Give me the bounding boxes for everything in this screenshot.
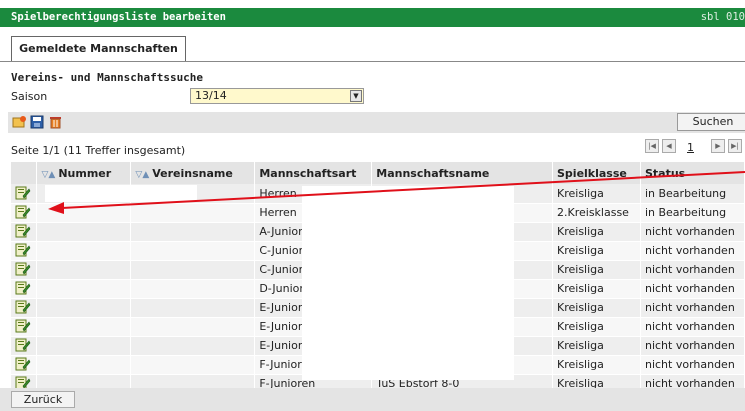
back-button[interactable]: Zurück <box>11 391 75 408</box>
cell-vereinsname <box>130 279 256 299</box>
cell-nummer <box>36 241 132 261</box>
cell-vereinsname <box>130 241 256 261</box>
next-page-icon[interactable]: ▶ <box>711 139 725 153</box>
cell-nummer <box>36 317 132 337</box>
tab-gemeldete-mannschaften[interactable]: Gemeldete Mannschaften <box>11 36 186 62</box>
col-edit <box>11 162 38 184</box>
page-number-link[interactable]: 1 <box>687 141 694 154</box>
edit-icon[interactable] <box>15 357 31 371</box>
redaction-block <box>45 185 197 202</box>
table-header: ▽▲ Nummer ▽▲ Vereinsname Mannschaftsart Ma… <box>11 162 745 184</box>
saison-select[interactable]: 13/14 ▼ <box>190 88 364 104</box>
col-mannschaftsart: Mannschaftsart <box>254 162 373 184</box>
cell-vereinsname <box>130 355 256 375</box>
cell-vereinsname <box>130 298 256 318</box>
col-mannschaftsname: Mannschaftsname <box>371 162 553 184</box>
col-vereinsname[interactable]: ▽▲ Vereinsname <box>130 162 256 184</box>
tab-divider <box>0 61 745 62</box>
cell-vereinsname <box>130 336 256 356</box>
cell-nummer <box>36 260 132 280</box>
cell-vereinsname <box>130 260 256 280</box>
cell-spielklasse: Kreisliga <box>552 222 641 242</box>
window-titlebar: Spielberechtigungsliste bearbeiten sbl 0… <box>0 8 745 27</box>
cell-status: nicht vorhanden <box>640 241 745 261</box>
tab-label: Gemeldete Mannschaften <box>19 42 178 55</box>
cell-spielklasse: Kreisliga <box>552 260 641 280</box>
cell-spielklasse: Kreisliga <box>552 241 641 261</box>
cell-nummer <box>36 298 132 318</box>
row-edit-cell[interactable] <box>11 184 38 204</box>
cell-status: nicht vorhanden <box>640 222 745 242</box>
cell-nummer <box>36 336 132 356</box>
cell-status: nicht vorhanden <box>640 298 745 318</box>
cell-spielklasse: 2.Kreisklasse <box>552 203 641 223</box>
cell-spielklasse: Kreisliga <box>552 355 641 375</box>
cell-spielklasse: Kreisliga <box>552 279 641 299</box>
search-section-title: Vereins- und Mannschaftssuche <box>11 71 204 84</box>
saison-value: 13/14 <box>195 89 227 102</box>
redaction-block <box>302 186 514 380</box>
sort-icon[interactable]: ▽▲ <box>135 170 149 180</box>
edit-icon[interactable] <box>15 338 31 352</box>
col-status: Status <box>640 162 745 184</box>
edit-icon[interactable] <box>15 224 31 238</box>
row-edit-cell[interactable] <box>11 241 38 261</box>
edit-icon[interactable] <box>15 281 31 295</box>
row-edit-cell[interactable] <box>11 355 38 375</box>
cell-spielklasse: Kreisliga <box>552 336 641 356</box>
paging-info: Seite 1/1 (11 Treffer insgesamt) <box>11 144 186 157</box>
cell-status: nicht vorhanden <box>640 355 745 375</box>
row-edit-cell[interactable] <box>11 317 38 337</box>
col-nummer[interactable]: ▽▲ Nummer <box>36 162 132 184</box>
edit-icon[interactable] <box>15 319 31 333</box>
cell-status: nicht vorhanden <box>640 317 745 337</box>
cell-status: in Bearbeitung <box>640 203 745 223</box>
window-code: sbl 010 <box>700 11 745 23</box>
edit-icon[interactable] <box>15 300 31 314</box>
cell-spielklasse: Kreisliga <box>552 184 641 204</box>
prev-page-icon[interactable]: ◀ <box>662 139 676 153</box>
row-edit-cell[interactable] <box>11 222 38 242</box>
row-edit-cell[interactable] <box>11 260 38 280</box>
window-title: Spielberechtigungsliste bearbeiten <box>11 11 226 23</box>
row-edit-cell[interactable] <box>11 279 38 299</box>
row-edit-cell[interactable] <box>11 298 38 318</box>
edit-icon[interactable] <box>15 243 31 257</box>
cell-spielklasse: Kreisliga <box>552 317 641 337</box>
cell-status: nicht vorhanden <box>640 260 745 280</box>
first-page-icon[interactable]: |◀ <box>645 139 659 153</box>
new-icon[interactable] <box>12 115 27 129</box>
cell-spielklasse: Kreisliga <box>552 298 641 318</box>
cell-status: in Bearbeitung <box>640 184 745 204</box>
sort-icon[interactable]: ▽▲ <box>41 170 55 180</box>
edit-icon[interactable] <box>15 186 31 200</box>
edit-icon[interactable] <box>15 205 31 219</box>
cell-nummer <box>36 355 132 375</box>
cell-vereinsname <box>130 222 256 242</box>
cell-nummer <box>36 279 132 299</box>
cell-nummer <box>36 222 132 242</box>
cell-vereinsname <box>130 317 256 337</box>
row-edit-cell[interactable] <box>11 336 38 356</box>
edit-icon[interactable] <box>15 262 31 276</box>
cell-vereinsname <box>130 203 256 223</box>
footer-bar: Zurück <box>0 388 745 411</box>
save-icon[interactable] <box>30 115 45 129</box>
cell-status: nicht vorhanden <box>640 279 745 299</box>
toolbar: Suchen <box>8 112 745 133</box>
delete-icon[interactable] <box>48 115 63 129</box>
cell-status: nicht vorhanden <box>640 336 745 356</box>
col-spielklasse: Spielklasse <box>552 162 641 184</box>
row-edit-cell[interactable] <box>11 203 38 223</box>
saison-label: Saison <box>11 90 48 103</box>
search-button[interactable]: Suchen <box>677 113 745 131</box>
cell-nummer <box>36 203 132 223</box>
chevron-down-icon[interactable]: ▼ <box>350 90 362 102</box>
last-page-icon[interactable]: ▶| <box>728 139 742 153</box>
